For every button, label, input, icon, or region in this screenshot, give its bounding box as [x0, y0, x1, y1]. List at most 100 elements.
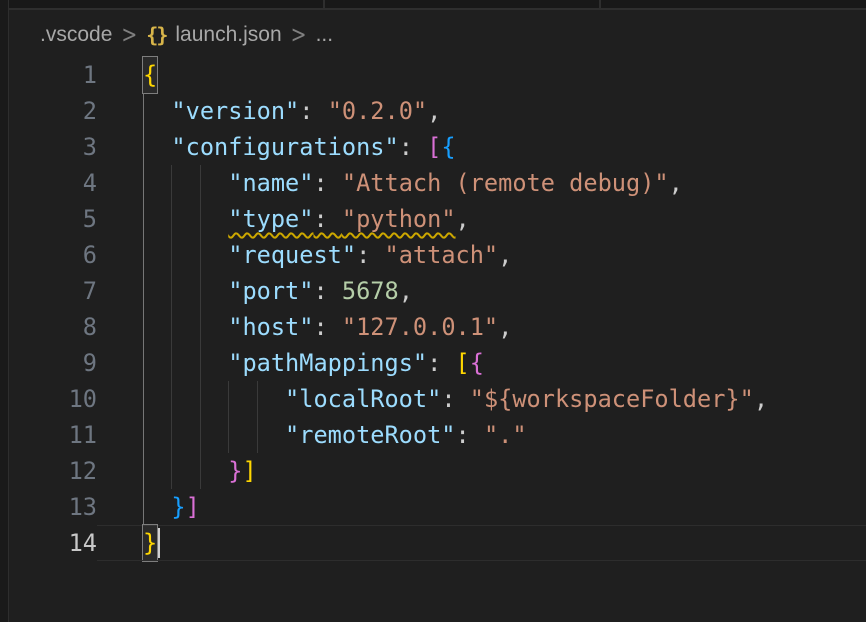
code-line-text[interactable]: "request": "attach", [97, 237, 866, 273]
indent-guide [171, 417, 172, 453]
code-token: , [427, 97, 441, 125]
code-token: "." [484, 421, 527, 449]
code-token: "attach" [385, 241, 499, 269]
code-line-text[interactable]: "version": "0.2.0", [97, 93, 866, 129]
bracket-match: { [143, 57, 157, 93]
code-line-text[interactable]: } [97, 525, 866, 561]
code-line: 2 "version": "0.2.0", [10, 93, 866, 129]
indent-guide [143, 345, 144, 381]
code-token: : [313, 205, 341, 233]
code-token: "host" [228, 313, 313, 341]
indent-guide [171, 381, 172, 417]
line-number[interactable]: 1 [10, 57, 97, 93]
line-number[interactable]: 13 [10, 489, 97, 525]
code-token [143, 97, 171, 125]
indent-guide [143, 381, 144, 417]
indent-guide [171, 201, 172, 237]
code-line: 11 "remoteRoot": "." [10, 417, 866, 453]
code-token: "type" [228, 205, 313, 233]
line-number[interactable]: 6 [10, 237, 97, 273]
code-line: 9 "pathMappings": [{ [10, 345, 866, 381]
line-number[interactable]: 14 [10, 525, 97, 561]
code-token [143, 277, 228, 305]
code-line: 7 "port": 5678, [10, 273, 866, 309]
code-token: "${workspaceFolder}" [470, 385, 754, 413]
text-cursor [158, 528, 160, 558]
line-number[interactable]: 10 [10, 381, 97, 417]
code-token [143, 241, 228, 269]
code-token [143, 421, 285, 449]
sidebar-edge [0, 0, 9, 622]
code-line-text[interactable]: "localRoot": "${workspaceFolder}", [97, 381, 866, 417]
code-token [143, 313, 228, 341]
indent-guide [228, 381, 229, 417]
line-number[interactable]: 7 [10, 273, 97, 309]
code-token: , [754, 385, 768, 413]
code-token [143, 385, 285, 413]
indent-guide [143, 165, 144, 201]
indent-guide [143, 93, 144, 129]
breadcrumb-file[interactable]: launch.json [175, 23, 281, 47]
code-line-text[interactable]: "remoteRoot": "." [97, 417, 866, 453]
code-token [143, 169, 228, 197]
code-token: : [441, 385, 469, 413]
code-token: , [399, 277, 413, 305]
code-token: "Attach (remote debug)" [342, 169, 669, 197]
editor-pane[interactable]: 1 {2 "version": "0.2.0",3 "configurations… [10, 57, 866, 622]
indent-guide [200, 201, 201, 237]
code-line-text[interactable]: "port": 5678, [97, 273, 866, 309]
code-token: : [399, 133, 427, 161]
code-token: , [669, 169, 683, 197]
code-token: ] [242, 457, 256, 485]
code-token [143, 457, 228, 485]
indent-guide [200, 273, 201, 309]
code-token: : [427, 349, 455, 377]
code-token: "python" [342, 205, 456, 233]
line-number[interactable]: 2 [10, 93, 97, 129]
code-token: "remoteRoot" [285, 421, 455, 449]
code-token: : [313, 169, 341, 197]
code-token [143, 349, 228, 377]
code-token [143, 493, 171, 521]
code-line-text[interactable]: "name": "Attach (remote debug)", [97, 165, 866, 201]
line-number[interactable]: 4 [10, 165, 97, 201]
code-token: , [498, 313, 512, 341]
line-number[interactable]: 8 [10, 309, 97, 345]
code-token: [ [427, 133, 441, 161]
code-line-text[interactable]: }] [97, 489, 866, 525]
editor-tab-strip [0, 0, 866, 10]
indent-guide [200, 237, 201, 273]
code-line-text[interactable]: "pathMappings": [{ [97, 345, 866, 381]
code-line-text[interactable]: "host": "127.0.0.1", [97, 309, 866, 345]
code-line: 12 }] [10, 453, 866, 489]
indent-guide [171, 165, 172, 201]
line-number[interactable]: 9 [10, 345, 97, 381]
indent-guide [143, 309, 144, 345]
indent-guide [143, 489, 144, 525]
indent-guide [171, 309, 172, 345]
code-line-text[interactable]: { [97, 57, 866, 93]
indent-guide [143, 453, 144, 489]
indent-guide [171, 345, 172, 381]
breadcrumb-symbol-more[interactable]: ... [316, 23, 334, 47]
vscode-window: .vscode > {} launch.json > ... 1{2 "vers… [0, 0, 866, 622]
indent-guide [143, 237, 144, 273]
indent-guide [143, 201, 144, 237]
breadcrumb-folder[interactable]: .vscode [40, 23, 112, 47]
line-number[interactable]: 12 [10, 453, 97, 489]
code-token: : [356, 241, 384, 269]
line-number[interactable]: 5 [10, 201, 97, 237]
code-token: , [498, 241, 512, 269]
code-line-text[interactable]: }] [97, 453, 866, 489]
line-number[interactable]: 3 [10, 129, 97, 165]
code-token: } [228, 457, 242, 485]
code-token: "request" [228, 241, 356, 269]
line-number[interactable]: 11 [10, 417, 97, 453]
code-line: 14} [10, 525, 866, 561]
indent-guide [200, 345, 201, 381]
code-token: "port" [228, 277, 313, 305]
code-token: ] [186, 493, 200, 521]
code-line-text[interactable]: "type": "python", [97, 201, 866, 237]
code-token: { [470, 349, 484, 377]
code-line-text[interactable]: "configurations": [{ [97, 129, 866, 165]
